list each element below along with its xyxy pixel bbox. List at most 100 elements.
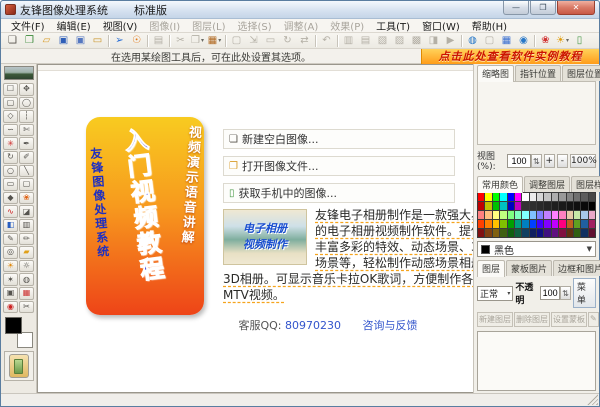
palette-color[interactable]: [478, 229, 484, 237]
tool-ellipse-select[interactable]: ◯: [19, 97, 34, 110]
palette-color[interactable]: [552, 220, 558, 228]
palette-color[interactable]: [522, 220, 528, 228]
palette-color[interactable]: [537, 202, 543, 210]
palette-color[interactable]: [544, 220, 550, 228]
menu-adjust[interactable]: 调整(A): [278, 18, 325, 33]
palette-color[interactable]: [552, 193, 558, 201]
tool-fill-bucket[interactable]: ◧: [3, 219, 18, 232]
tool-pencil[interactable]: ✏: [19, 233, 34, 246]
menu-view[interactable]: 视图(V): [97, 18, 144, 33]
tool-sharpen[interactable]: ✶: [3, 273, 18, 286]
palette-color[interactable]: [500, 229, 506, 237]
palette-color[interactable]: [478, 220, 484, 228]
tab-layers[interactable]: 图层: [477, 260, 505, 277]
palette-color[interactable]: [581, 211, 587, 219]
browse-folder-button[interactable]: ▭: [89, 33, 106, 48]
palette-color[interactable]: [537, 229, 543, 237]
tool-ellipse-shape[interactable]: ○: [3, 165, 18, 178]
exit-button[interactable]: [9, 354, 29, 378]
tutorial-poster[interactable]: 友锋图像处理系统 入门视频教程 视频演示语音讲解: [86, 117, 204, 315]
palette-color[interactable]: [508, 193, 514, 201]
zoom-spinner-icon[interactable]: ⇅: [531, 154, 542, 168]
palette-color[interactable]: [485, 211, 491, 219]
tool-blur[interactable]: ◍: [19, 273, 34, 286]
tool-magnetic-lasso[interactable]: ✄: [19, 124, 34, 137]
palette-color[interactable]: [559, 211, 565, 219]
dropdown-arrow-icon[interactable]: ▾: [218, 37, 221, 44]
camera-acquire-button[interactable]: ☉: [128, 33, 145, 48]
new-layer-button[interactable]: 新建图层: [477, 312, 513, 327]
tool-rect-shape[interactable]: ▭: [3, 178, 18, 191]
palette-color[interactable]: [530, 229, 536, 237]
menu-image[interactable]: 图像(I): [143, 18, 186, 33]
palette-color[interactable]: [574, 211, 580, 219]
favorites-button[interactable]: ❀: [537, 33, 554, 48]
palette-color[interactable]: [567, 202, 573, 210]
tool-row-select[interactable]: ┆: [19, 110, 34, 123]
palette-color[interactable]: [559, 220, 565, 228]
palette-color[interactable]: [515, 193, 521, 201]
palette-color[interactable]: [544, 193, 550, 201]
set-mask-button[interactable]: 设置蒙板: [551, 312, 587, 327]
scan-acquire-button[interactable]: ➢: [111, 33, 128, 48]
tool-pattern-fill[interactable]: ▦: [19, 287, 34, 300]
palette-color[interactable]: [559, 229, 565, 237]
palette-color[interactable]: [508, 229, 514, 237]
layer-more-button[interactable]: ✎: [588, 312, 599, 327]
tool-rounded-rect-shape[interactable]: ▢: [19, 178, 34, 191]
palette-color[interactable]: [515, 211, 521, 219]
opacity-spinner-icon[interactable]: ⇅: [560, 286, 571, 300]
navigator-thumbnail[interactable]: [4, 66, 34, 80]
batch-process-button[interactable]: ▦: [498, 33, 515, 48]
palette-color[interactable]: [567, 193, 573, 201]
tips-button[interactable]: ☀▾: [554, 33, 571, 48]
menu-tools[interactable]: 工具(T): [370, 18, 416, 33]
tool-brush[interactable]: ▰: [19, 246, 34, 259]
tool-darken[interactable]: ☼: [19, 260, 34, 273]
palette-color[interactable]: [581, 220, 587, 228]
menu-select[interactable]: 选择(S): [231, 18, 277, 33]
web-home-button[interactable]: ◉: [515, 33, 532, 48]
palette-color[interactable]: [552, 202, 558, 210]
palette-color[interactable]: [493, 211, 499, 219]
palette-color[interactable]: [515, 202, 521, 210]
palette-color[interactable]: [485, 202, 491, 210]
zoom-100-button[interactable]: 100%: [570, 154, 596, 168]
palette-color[interactable]: [589, 193, 595, 201]
feedback-link[interactable]: 咨询与反馈: [363, 319, 418, 332]
palette-color[interactable]: [515, 220, 521, 228]
palette-color[interactable]: [581, 202, 587, 210]
tool-brighten[interactable]: ☀: [3, 260, 18, 273]
palette-color[interactable]: [537, 220, 543, 228]
maximize-button[interactable]: ❐: [530, 1, 556, 15]
tool-polygon-select[interactable]: ◇: [3, 110, 18, 123]
tool-polygon-shape[interactable]: ◆: [3, 192, 18, 205]
tab-layer-position[interactable]: 图层位置: [562, 65, 600, 81]
palette-color[interactable]: [589, 202, 595, 210]
menu-effects[interactable]: 效果(P): [324, 18, 370, 33]
palette-color[interactable]: [530, 202, 536, 210]
get-phone-images-link[interactable]: ▯获取手机中的图像...: [223, 183, 455, 203]
tool-transform[interactable]: ↻: [3, 151, 18, 164]
palette-color[interactable]: [500, 193, 506, 201]
tab-pointer-position[interactable]: 指针位置: [515, 65, 561, 81]
palette-color[interactable]: [581, 193, 587, 201]
zoom-in-button[interactable]: +: [544, 154, 555, 168]
palette-color[interactable]: [574, 202, 580, 210]
menu-help[interactable]: 帮助(H): [466, 18, 513, 33]
tab-thumbnail[interactable]: 缩略图: [477, 65, 514, 82]
tool-eyedropper[interactable]: ✐: [19, 151, 34, 164]
menu-layer[interactable]: 图层(L): [186, 18, 231, 33]
palette-color[interactable]: [493, 220, 499, 228]
palette-color[interactable]: [485, 229, 491, 237]
menu-window[interactable]: 窗口(W): [416, 18, 466, 33]
foreground-color-swatch[interactable]: [5, 317, 22, 334]
delete-layer-button[interactable]: 删除图层: [514, 312, 550, 327]
tool-magnifier[interactable]: ◎: [3, 246, 18, 259]
tool-pen[interactable]: ✒: [19, 137, 34, 150]
save-as-button[interactable]: ▣: [72, 33, 89, 48]
minimize-button[interactable]: —: [503, 1, 529, 15]
palette-color[interactable]: [530, 193, 536, 201]
tool-eraser[interactable]: ◪: [19, 205, 34, 218]
palette-color[interactable]: [478, 193, 484, 201]
